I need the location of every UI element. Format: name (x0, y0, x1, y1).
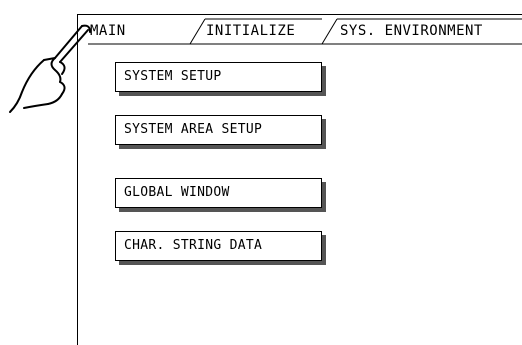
pointing-hand-icon (9, 24, 91, 113)
tab-sys-environment[interactable]: SYS. ENVIRONMENT (340, 22, 483, 40)
system-area-setup-button[interactable]: SYSTEM AREA SETUP (115, 115, 322, 145)
touch-panel-screen: MAIN INITIALIZE SYS. ENVIRONMENT SYSTEM … (0, 0, 522, 345)
char-string-data-button[interactable]: CHAR. STRING DATA (115, 231, 322, 261)
global-window-button[interactable]: GLOBAL WINDOW (115, 178, 322, 208)
system-setup-button[interactable]: SYSTEM SETUP (115, 62, 322, 92)
tab-initialize[interactable]: INITIALIZE (206, 22, 295, 40)
